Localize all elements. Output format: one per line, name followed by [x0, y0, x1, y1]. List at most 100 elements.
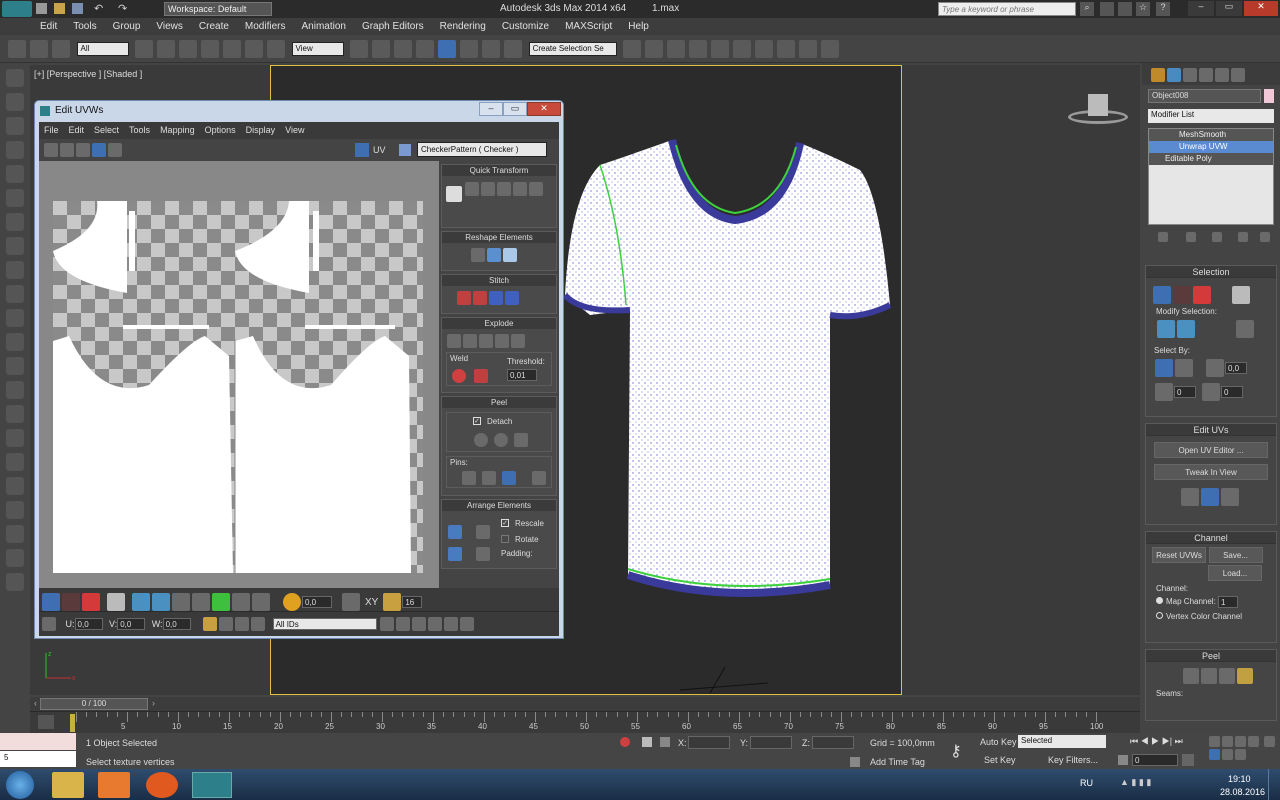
pack-together-icon[interactable] — [476, 525, 490, 539]
help-search-input[interactable] — [938, 2, 1076, 16]
tool-icon-2[interactable] — [6, 93, 24, 111]
tool-icon-20[interactable] — [6, 525, 24, 543]
lock-icon[interactable] — [203, 617, 218, 631]
go-to-start-icon[interactable]: ⏮ — [1130, 736, 1138, 746]
tool-icon-17[interactable] — [6, 453, 24, 471]
remove-modifier-icon[interactable] — [1238, 231, 1248, 242]
unlink-icon[interactable] — [30, 40, 48, 58]
viewport-label[interactable]: [+] [Perspective ] [Shaded ] — [34, 69, 142, 79]
select-by-edge-loop-icon[interactable] — [1175, 359, 1193, 377]
snap-icon[interactable] — [460, 617, 475, 631]
uv-scale-icon[interactable] — [76, 143, 90, 157]
pivot-center-icon[interactable] — [350, 40, 369, 58]
uv-freeform-icon[interactable] — [92, 143, 106, 157]
menu-modifiers[interactable]: Modifiers — [237, 18, 294, 32]
align-linear-icon[interactable] — [497, 182, 511, 196]
pin-stack-icon[interactable] — [1158, 231, 1168, 242]
snowflake-icon[interactable] — [251, 617, 266, 631]
timeline-ruler[interactable]: 5 10 15 20 25 30 35 40 45 50 55 60 65 70 75 80 85 90 95 100 — [30, 711, 1140, 733]
map-channel-radio[interactable] — [1156, 597, 1163, 605]
uv-mirror-icon[interactable] — [108, 143, 122, 157]
start-button[interactable] — [6, 771, 34, 799]
menu-create[interactable]: Create — [191, 18, 237, 32]
material-ids-select[interactable]: All IDs — [272, 618, 377, 630]
smoothing-group-field[interactable]: 0 — [1174, 386, 1196, 398]
quick-planar-icon[interactable] — [1181, 488, 1199, 506]
set-key-button[interactable]: Set Key — [984, 755, 1016, 765]
tshirt-model[interactable] — [560, 135, 900, 610]
menu-tools[interactable]: Tools — [65, 18, 104, 32]
time-config-icon[interactable] — [1182, 754, 1194, 766]
reset-peel-icon[interactable] — [514, 433, 528, 447]
soft-select-falloff-field[interactable]: 0,0 — [302, 596, 332, 608]
nav-fov-icon[interactable] — [1263, 736, 1275, 747]
quick-peel-icon[interactable] — [1201, 488, 1219, 506]
menu-group[interactable]: Group — [105, 18, 149, 32]
utilities-tab-icon[interactable] — [1231, 68, 1245, 82]
tool-icon-14[interactable] — [6, 381, 24, 399]
grid-size-field[interactable]: 16 — [402, 596, 423, 608]
curve-editor-icon[interactable] — [711, 40, 730, 58]
uv-islands[interactable] — [39, 161, 439, 588]
freeze-icon[interactable] — [235, 617, 250, 631]
open-icon[interactable] — [54, 3, 65, 14]
uv-edge-select-icon[interactable] — [62, 593, 80, 611]
prev-key-icon[interactable]: ◀ — [1141, 736, 1149, 746]
go-to-end-icon[interactable]: ⏭ — [1175, 736, 1183, 746]
stack-item-unwrap-uvw[interactable]: Unwrap UVW — [1149, 141, 1273, 153]
zoom-region-icon[interactable] — [412, 617, 427, 631]
uv-shrink-loop-icon[interactable] — [192, 593, 210, 611]
uvw-menu-mapping[interactable]: Mapping — [155, 122, 200, 135]
x-field[interactable] — [688, 736, 730, 749]
tool-icon-22[interactable] — [6, 573, 24, 591]
uv-absolute-mode-icon[interactable] — [42, 617, 56, 631]
help-icon[interactable]: ? — [1156, 2, 1170, 16]
rotate-icon[interactable] — [245, 40, 264, 58]
uv-element-select-icon[interactable] — [107, 593, 125, 611]
tool-icon-1[interactable] — [6, 69, 24, 87]
stack-item-meshsmooth[interactable]: MeshSmooth — [1149, 129, 1273, 141]
current-frame-marker[interactable] — [70, 714, 75, 732]
open-uv-editor-button[interactable]: Open UV Editor ... — [1154, 442, 1268, 458]
material-id-field[interactable]: 0 — [1221, 386, 1243, 398]
new-icon[interactable] — [36, 3, 47, 14]
uvw-menu-edit[interactable]: Edit — [64, 122, 90, 135]
load-uvw-button[interactable]: Load... — [1208, 565, 1262, 581]
quick-map-icon[interactable] — [1221, 488, 1239, 506]
menu-customize[interactable]: Customize — [494, 18, 557, 32]
align-icon[interactable] — [645, 40, 664, 58]
tray-icons[interactable]: ▲ ▮ ▮ ▮ — [1120, 777, 1190, 791]
key-filters-button[interactable]: Key Filters... — [1048, 755, 1098, 765]
selection-rollout-title[interactable]: Selection — [1146, 266, 1276, 278]
reset-uvws-button[interactable]: Reset UVWs — [1152, 547, 1206, 563]
explorer-taskbar-icon[interactable] — [52, 772, 84, 798]
peel-reset-icon[interactable] — [1219, 668, 1235, 684]
selection-lock-icon[interactable] — [642, 737, 652, 747]
add-time-tag-button[interactable]: Add Time Tag — [870, 757, 925, 767]
rectangular-selection-icon[interactable] — [179, 40, 198, 58]
search-icon[interactable]: ⌕ — [1080, 2, 1094, 16]
render-frame-icon[interactable] — [799, 40, 818, 58]
v-field[interactable]: 0,0 — [117, 618, 146, 630]
save-uvw-button[interactable]: Save... — [1208, 547, 1263, 563]
w-field[interactable]: 0,0 — [162, 618, 191, 630]
uvw-menu-display[interactable]: Display — [241, 122, 281, 135]
uv-shrink-icon[interactable] — [152, 593, 170, 611]
material-editor-icon[interactable] — [755, 40, 774, 58]
prev-frame-arrow-icon[interactable]: ‹ — [34, 698, 37, 708]
key-mode-toggle-icon[interactable] — [1118, 755, 1128, 765]
menu-rendering[interactable]: Rendering — [432, 18, 494, 32]
channel-rollout-title[interactable]: Channel — [1146, 532, 1276, 544]
link-icon[interactable] — [8, 40, 26, 58]
select-object-icon[interactable] — [135, 40, 154, 58]
weld-selected-icon[interactable] — [474, 369, 488, 383]
uv-brush-icon[interactable] — [252, 593, 270, 611]
edit-named-selection-icon[interactable] — [504, 40, 523, 58]
render-production-icon[interactable] — [821, 40, 840, 58]
clock-date[interactable]: 28.08.2016 — [1220, 787, 1265, 797]
absolute-mode-icon[interactable] — [660, 737, 670, 747]
minimize-button[interactable]: – — [1188, 1, 1214, 16]
straighten-icon[interactable] — [471, 248, 485, 262]
maxscript-listener-top[interactable] — [0, 733, 76, 750]
layer-manager-icon[interactable] — [667, 40, 686, 58]
